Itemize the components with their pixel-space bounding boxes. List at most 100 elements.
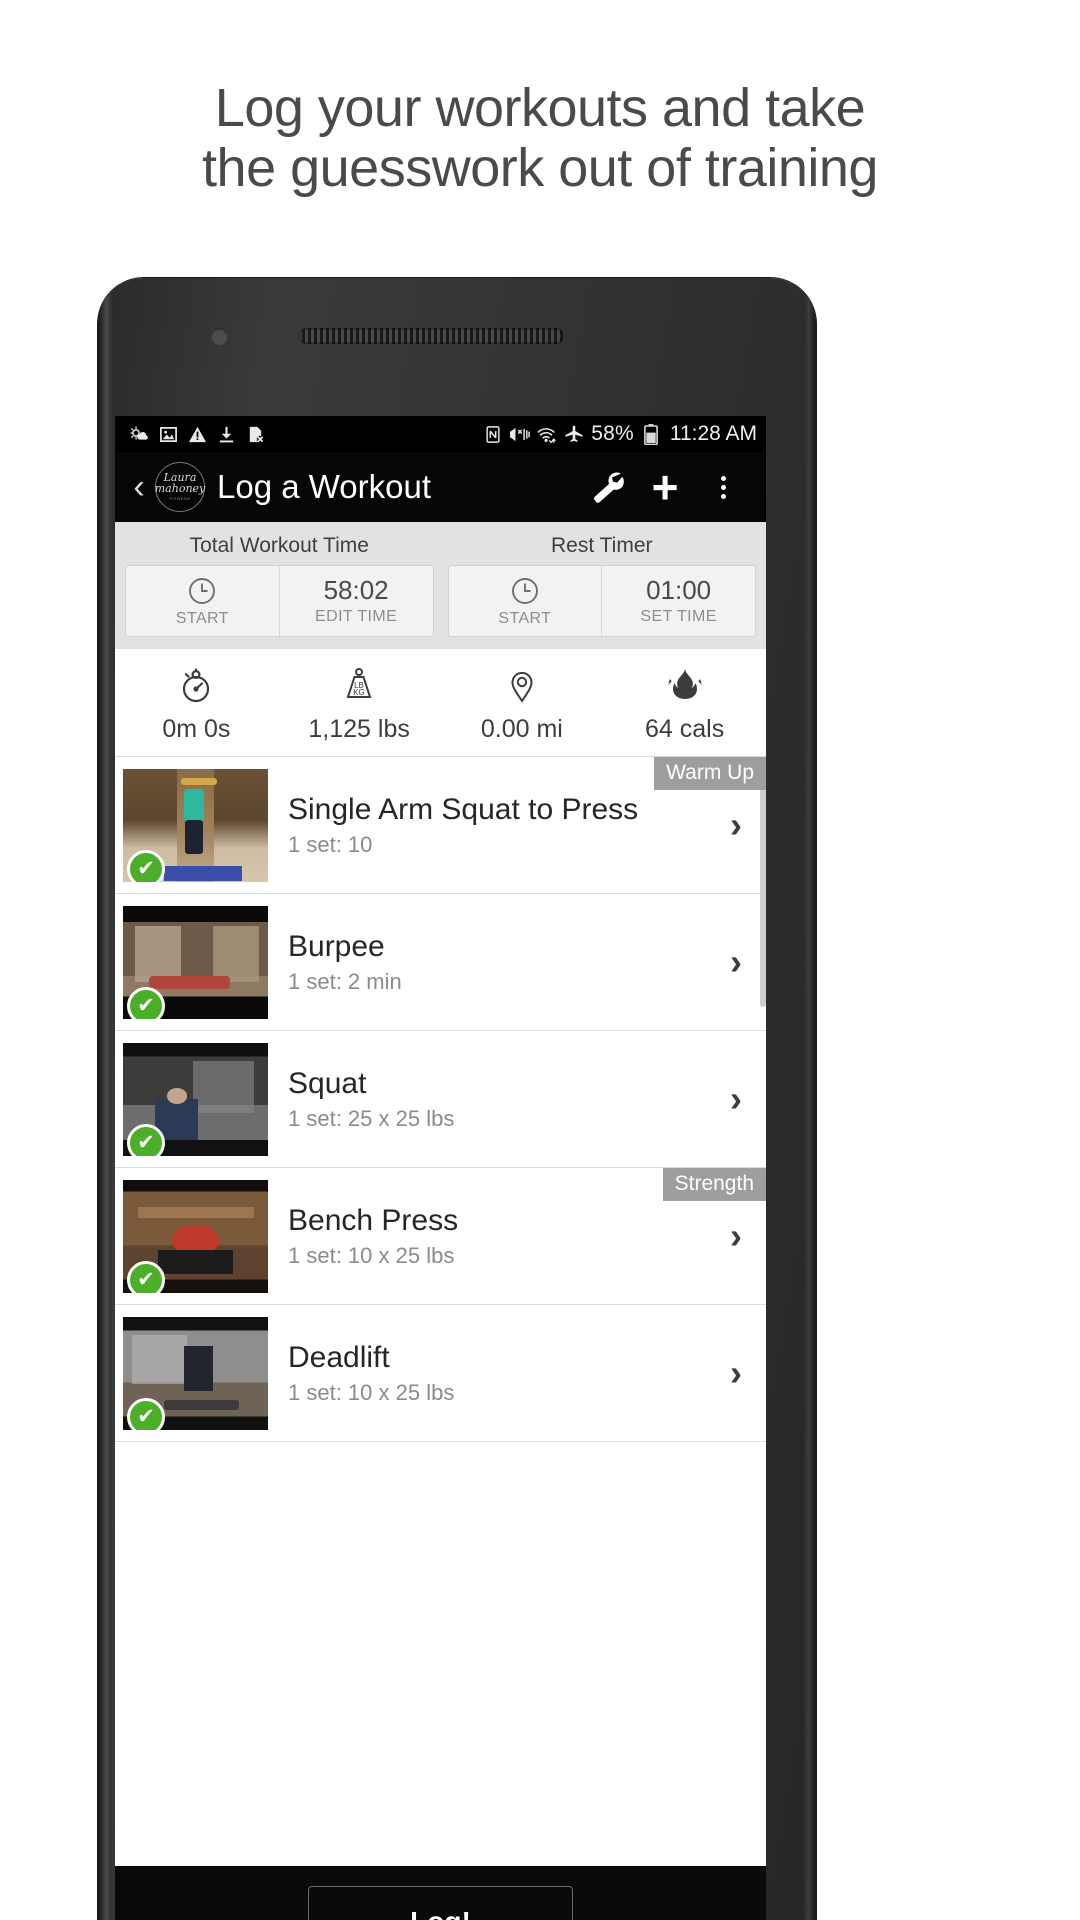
exercise-info: Bench Press 1 set: 10 x 25 lbs xyxy=(268,1203,718,1269)
total-workout-start-label: START xyxy=(175,610,229,627)
exercise-sets: 1 set: 25 x 25 lbs xyxy=(288,1106,455,1131)
rest-timer-box: START 01:00 SET TIME xyxy=(447,565,756,637)
exercise-info: Single Arm Squat to Press 1 set: 10 xyxy=(268,792,718,858)
table-row[interactable]: ✔ Deadlift 1 set: 10 x 25 lbs › xyxy=(115,1305,766,1442)
phone-mockup: 58% 11:28 AM ‹ Laura mahoney FITNESS Log… xyxy=(98,278,816,1920)
exercise-name: Bench Press xyxy=(288,1204,459,1237)
exercise-name: Deadlift xyxy=(288,1341,390,1374)
headline-line-1: Log your workouts and take xyxy=(214,78,866,138)
app-bar-title: Log a Workout xyxy=(217,468,432,505)
exercise-name: Burpee xyxy=(288,930,385,963)
exercise-name: Squat xyxy=(288,1067,367,1100)
stats-row: 0m 0s LB KG 1,125 lbs 0.00 mi 64 cals xyxy=(115,649,766,757)
total-workout-edit-time-button[interactable]: 58:02 EDIT TIME xyxy=(278,566,433,636)
stat-duration-value: 0m 0s xyxy=(162,715,231,743)
brand-logo-line-2: mahoney xyxy=(154,482,206,495)
stat-weight[interactable]: LB KG 1,125 lbs xyxy=(278,663,441,744)
rest-timer-start-button[interactable]: START xyxy=(449,566,602,636)
exercise-sets: 1 set: 10 x 25 lbs xyxy=(288,1380,455,1405)
table-row[interactable]: ✔ Burpee 1 set: 2 min › xyxy=(115,894,766,1031)
exercise-info: Deadlift 1 set: 10 x 25 lbs xyxy=(268,1340,718,1406)
volume-button[interactable] xyxy=(810,648,816,758)
rest-timer: Rest Timer START 01:00 SET TIME xyxy=(447,528,756,637)
brand-logo-line-3: FITNESS xyxy=(169,496,191,501)
chevron-right-icon[interactable]: › xyxy=(718,944,754,980)
phone-screen: 58% 11:28 AM ‹ Laura mahoney FITNESS Log… xyxy=(115,416,766,1920)
back-button[interactable]: ‹ xyxy=(125,470,153,504)
exercise-info: Squat 1 set: 25 x 25 lbs xyxy=(268,1066,718,1132)
scrollbar[interactable] xyxy=(760,767,766,1007)
front-camera-icon xyxy=(211,328,228,345)
chevron-right-icon[interactable]: › xyxy=(718,807,754,843)
status-bar-left-icons xyxy=(129,424,265,444)
battery-percent-label: 58% xyxy=(591,422,634,445)
exercise-thumbnail[interactable]: ✔ xyxy=(123,1042,268,1156)
headline-line-2: the guesswork out of training xyxy=(202,138,878,198)
promo-screenshot: Log your workouts and take the guesswork… xyxy=(0,0,1080,1920)
vibrate-off-icon xyxy=(510,424,531,444)
log-button[interactable]: Log! xyxy=(308,1886,573,1920)
sim-card-error-icon xyxy=(245,424,265,444)
page-title: Log your workouts and take the guesswork… xyxy=(0,78,1080,198)
image-icon xyxy=(158,424,178,444)
status-bar-right-icons: 58% 11:28 AM xyxy=(483,422,757,446)
clock-label: 11:28 AM xyxy=(669,422,757,445)
table-row[interactable]: ✔ Squat 1 set: 25 x 25 lbs › xyxy=(115,1031,766,1168)
chevron-right-icon[interactable]: › xyxy=(718,1081,754,1117)
airplane-mode-icon xyxy=(564,424,584,444)
exercise-sets: 1 set: 2 min xyxy=(288,969,402,994)
rest-timer-set-label: SET TIME xyxy=(640,608,717,625)
total-workout-timer-box: START 58:02 EDIT TIME xyxy=(125,565,434,637)
stat-calories-value: 64 cals xyxy=(645,715,725,743)
battery-icon xyxy=(641,423,661,445)
status-bar: 58% 11:28 AM xyxy=(115,416,766,452)
chevron-right-icon[interactable]: › xyxy=(718,1355,754,1391)
footer-bar: Log! xyxy=(115,1866,766,1920)
exercise-list: Warm Up ✔ Single Arm Squat to Press 1 se… xyxy=(115,757,766,1442)
nfc-icon xyxy=(483,424,503,444)
chevron-right-icon[interactable]: › xyxy=(718,1218,754,1254)
section-badge-warm-up: Warm Up xyxy=(654,757,766,790)
weight-icon: LB KG xyxy=(278,663,441,707)
clock-icon xyxy=(189,578,216,604)
flame-icon xyxy=(603,663,766,707)
overflow-menu-icon[interactable] xyxy=(694,475,752,499)
warning-icon xyxy=(187,424,207,444)
exercise-sets: 1 set: 10 xyxy=(288,832,373,857)
stat-weight-value: 1,125 lbs xyxy=(308,715,410,743)
earpiece-speaker xyxy=(299,328,564,344)
stat-distance[interactable]: 0.00 mi xyxy=(441,663,604,744)
svg-text:KG: KG xyxy=(353,688,365,697)
clock-icon xyxy=(511,578,538,604)
power-button[interactable] xyxy=(810,838,816,1043)
rest-timer-label: Rest Timer xyxy=(550,534,653,557)
exercise-info: Burpee 1 set: 2 min xyxy=(268,929,718,995)
rest-timer-start-label: START xyxy=(498,610,552,627)
stat-calories[interactable]: 64 cals xyxy=(603,663,766,744)
total-workout-edit-label: EDIT TIME xyxy=(315,608,398,625)
app-bar: ‹ Laura mahoney FITNESS Log a Workout + xyxy=(115,452,766,522)
rest-timer-set-time-button[interactable]: 01:00 SET TIME xyxy=(601,566,755,636)
timers-section: Total Workout Time START 58:02 EDIT TIME xyxy=(115,522,766,649)
stat-distance-value: 0.00 mi xyxy=(480,715,563,743)
exercise-name: Single Arm Squat to Press xyxy=(288,793,639,826)
total-workout-start-button[interactable]: START xyxy=(126,566,279,636)
download-icon xyxy=(216,424,236,444)
add-button[interactable]: + xyxy=(636,464,694,510)
exercise-thumbnail[interactable]: ✔ xyxy=(123,1179,268,1293)
exercise-sets: 1 set: 10 x 25 lbs xyxy=(288,1243,455,1268)
total-workout-timer-label: Total Workout Time xyxy=(189,534,369,557)
weather-partly-cloudy-icon xyxy=(129,424,149,444)
stopwatch-icon xyxy=(115,663,278,707)
wifi-icon xyxy=(537,424,557,444)
exercise-thumbnail[interactable]: ✔ xyxy=(123,905,268,1019)
exercise-thumbnail[interactable]: ✔ xyxy=(123,1316,268,1430)
section-badge-strength: Strength xyxy=(662,1168,766,1201)
location-pin-icon xyxy=(441,663,604,707)
wrench-icon[interactable] xyxy=(578,467,636,507)
total-workout-timer: Total Workout Time START 58:02 EDIT TIME xyxy=(125,528,434,637)
exercise-thumbnail[interactable]: ✔ xyxy=(123,768,268,882)
brand-logo[interactable]: Laura mahoney FITNESS xyxy=(155,462,205,512)
stat-duration[interactable]: 0m 0s xyxy=(115,663,278,744)
rest-timer-value: 01:00 xyxy=(646,575,712,605)
